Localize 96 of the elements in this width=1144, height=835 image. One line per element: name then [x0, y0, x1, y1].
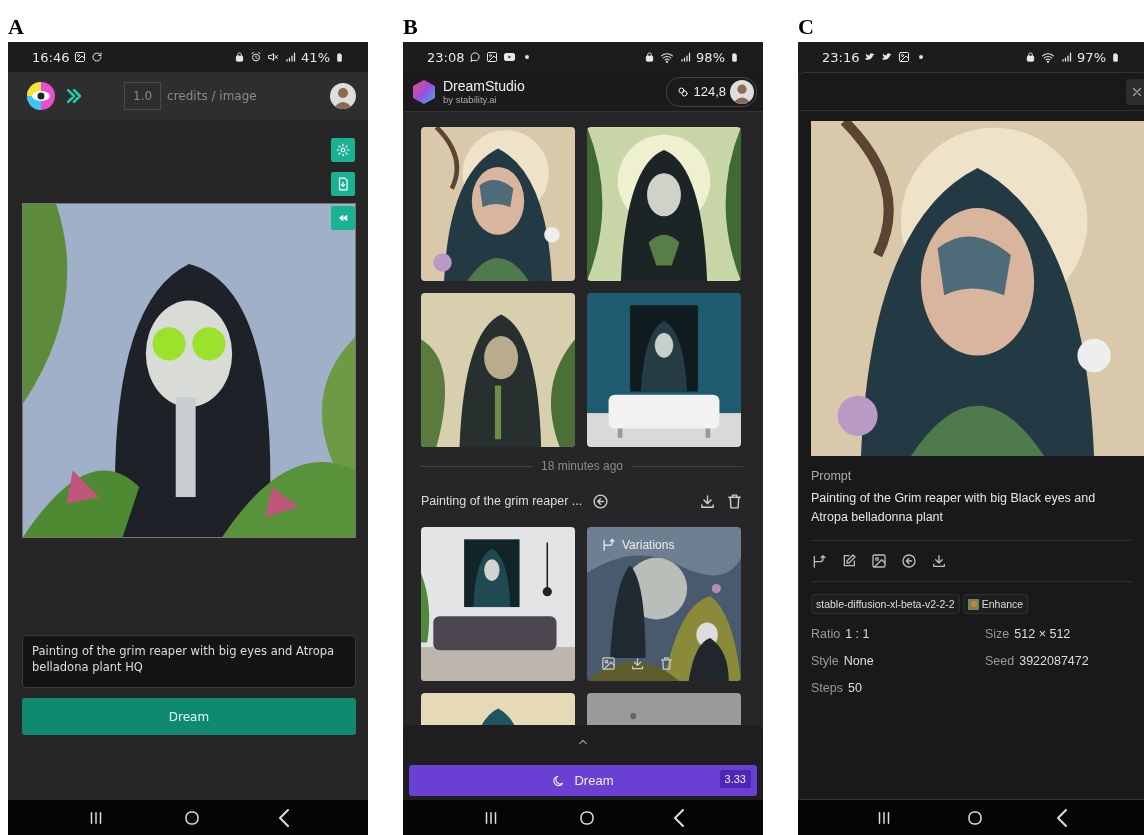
- chat-icon: [469, 51, 482, 63]
- file-download-icon: [336, 177, 350, 191]
- eye-logo-icon: [26, 81, 56, 111]
- trash-icon: [659, 656, 674, 671]
- download-button[interactable]: [931, 553, 947, 569]
- batch-title: Painting of the grim reaper ...: [421, 494, 583, 508]
- download-button[interactable]: [630, 656, 645, 671]
- signal-icon: [1060, 51, 1073, 63]
- download-file-button[interactable]: [331, 172, 355, 196]
- credits-value: 124,8: [693, 84, 726, 99]
- parameter: Steps 50: [811, 681, 863, 695]
- chevrons-right-icon: [64, 86, 84, 106]
- parameter: Style None: [811, 654, 875, 668]
- battery-icon: [730, 50, 739, 64]
- parameter: Ratio 1 : 1: [811, 627, 871, 641]
- dream-button[interactable]: Dream 3.33: [409, 765, 757, 796]
- enhance-tag: Enhance: [962, 594, 1029, 614]
- download-button[interactable]: [699, 492, 716, 510]
- enhance-icon: [967, 598, 979, 610]
- image-icon: [898, 51, 911, 63]
- reuse-button[interactable]: [592, 492, 610, 510]
- hexagon-logo-icon: [411, 78, 437, 105]
- credits-label: credits / image: [167, 89, 257, 103]
- image-button[interactable]: [601, 656, 616, 671]
- back-icon: [279, 808, 289, 827]
- settings-icon: [336, 143, 350, 157]
- notification-dot: [919, 55, 924, 59]
- image-icon: [601, 656, 616, 671]
- back-icon: [1057, 808, 1068, 827]
- rewind-icon: [337, 212, 349, 224]
- parameter: Size 512 × 512: [985, 627, 1072, 641]
- mute-icon: [267, 51, 280, 63]
- panel-label: C: [798, 13, 815, 41]
- coins-icon: [677, 85, 690, 98]
- back-icon: [674, 808, 684, 827]
- prompt-text: Painting of the Grim reaper with big Black eyes and Atropa belladonna plant: [811, 489, 1132, 541]
- panel-label: A: [8, 13, 25, 41]
- credits-badge[interactable]: 124,8: [666, 76, 757, 107]
- branch-icon: [811, 553, 827, 569]
- notification-dot: [525, 55, 530, 59]
- cost-badge: 3.33: [719, 770, 751, 788]
- credits-field[interactable]: 1.0: [124, 82, 162, 110]
- battery-percent: 98%: [696, 49, 725, 65]
- trash-icon: [726, 492, 743, 510]
- bird-icon: [864, 51, 877, 63]
- dream-button[interactable]: Dream: [22, 698, 356, 735]
- reuse-button[interactable]: [901, 553, 917, 569]
- bird-icon: [881, 51, 894, 63]
- download-icon: [699, 492, 716, 510]
- home-icon: [966, 808, 984, 827]
- delete-button[interactable]: [726, 492, 743, 510]
- edit-icon: [841, 553, 857, 569]
- lock-icon: [644, 51, 656, 63]
- close-button[interactable]: [1126, 78, 1144, 105]
- status-time: 16:46: [32, 49, 70, 65]
- battery-icon: [335, 50, 344, 64]
- battery-percent: 41%: [301, 49, 330, 65]
- download-icon: [931, 553, 947, 569]
- delete-button[interactable]: [659, 656, 674, 671]
- image-icon: [486, 51, 499, 63]
- image-icon: [871, 553, 887, 569]
- variations-button[interactable]: Variations: [601, 537, 675, 552]
- image-button[interactable]: [871, 553, 887, 569]
- prompt-field[interactable]: Painting of the grim reaper with big eyes and Atropa belladona plant HQ: [22, 635, 356, 688]
- status-time: 23:16: [822, 49, 860, 65]
- parameter: Seed 3922087472: [985, 654, 1090, 668]
- variations-button[interactable]: [811, 553, 827, 569]
- app-tagline: by stability.ai: [443, 93, 498, 105]
- battery-icon: [1111, 50, 1120, 64]
- edit-button[interactable]: [841, 553, 857, 569]
- panel-label: B: [403, 13, 419, 41]
- home-icon: [183, 808, 201, 827]
- status-time: 23:08: [427, 49, 465, 65]
- settings-button[interactable]: [331, 138, 355, 162]
- lock-icon: [234, 51, 246, 63]
- avatar[interactable]: [330, 83, 356, 109]
- timestamp-divider: 18 minutes ago: [540, 459, 624, 473]
- download-icon: [630, 656, 645, 671]
- image-icon: [74, 51, 87, 63]
- arrow-left-circle-icon: [592, 492, 610, 510]
- signal-icon: [284, 51, 297, 63]
- signal-icon: [679, 51, 692, 63]
- wifi-icon: [1041, 50, 1056, 64]
- lock-icon: [1025, 51, 1037, 63]
- video-icon: [503, 51, 517, 63]
- prompt-label: Prompt: [811, 469, 853, 483]
- avatar[interactable]: [730, 79, 754, 104]
- arrow-left-circle-icon: [901, 553, 917, 569]
- battery-percent: 97%: [1077, 49, 1106, 65]
- home-icon: [578, 808, 596, 827]
- branch-icon: [601, 537, 616, 552]
- sync-icon: [91, 51, 104, 63]
- wifi-icon: [660, 50, 675, 64]
- alarm-icon: [250, 51, 263, 63]
- app-name: DreamStudio: [443, 78, 525, 94]
- model-tag: stable-diffusion-xl-beta-v2-2-2: [811, 594, 960, 614]
